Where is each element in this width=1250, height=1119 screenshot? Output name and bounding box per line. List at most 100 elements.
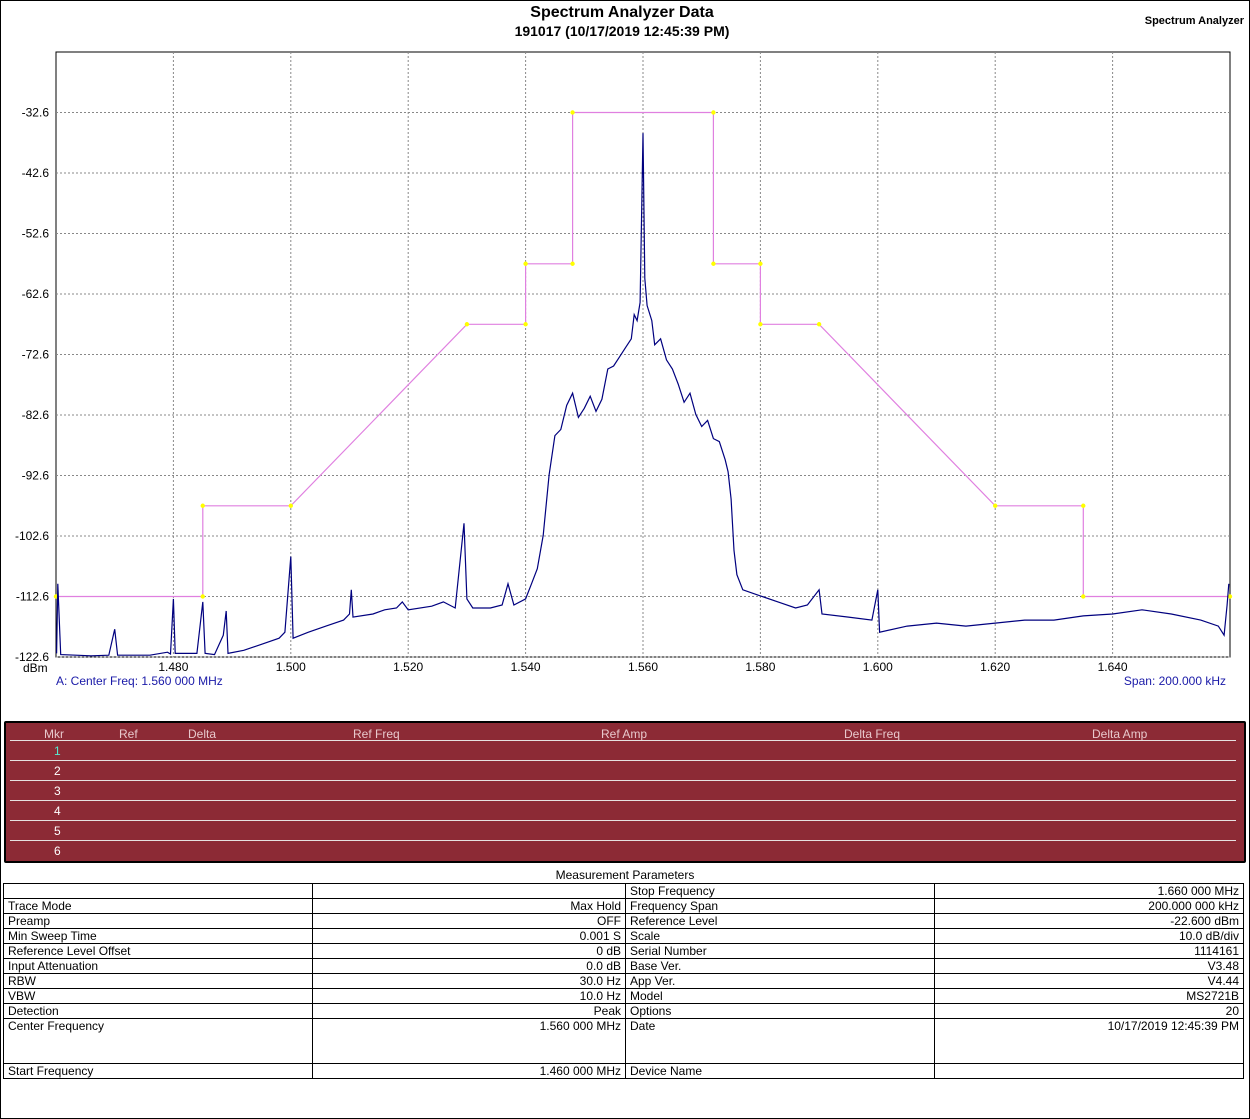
limit-point — [464, 322, 470, 327]
param-label: Reference Level Offset — [3, 943, 313, 959]
limit-point — [1081, 503, 1086, 508]
marker-col-ref-freq: Ref Freq — [353, 727, 400, 741]
marker-col-ref: Ref — [119, 727, 138, 741]
x-tick-label: 1.540 — [511, 660, 541, 674]
marker-row[interactable]: 3 — [10, 780, 1236, 800]
param-label: Model — [625, 988, 935, 1004]
param-row: VBW 10.0 Hz Model MS2721B — [3, 988, 1244, 1004]
param-row: Reference Level Offset 0 dB Serial Number 1… — [3, 943, 1244, 959]
limit-point — [570, 261, 575, 266]
marker-number: 2 — [54, 764, 61, 778]
param-row: Stop Frequency 1.660 000 MHz — [3, 883, 1244, 899]
param-label: Preamp — [3, 913, 313, 929]
param-value: -22.600 dBm — [934, 913, 1244, 929]
param-label: VBW — [3, 988, 313, 1004]
app-label: Spectrum Analyzer — [1145, 15, 1245, 27]
chart-title: Spectrum Analyzer Data — [530, 4, 714, 21]
param-value: V3.48 — [934, 958, 1244, 974]
limit-point — [1081, 594, 1086, 599]
param-value: Max Hold — [312, 898, 626, 914]
param-value: OFF — [312, 913, 626, 929]
param-row: Preamp OFF Reference Level -22.600 dBm — [3, 913, 1244, 929]
param-row: Input Attenuation 0.0 dB Base Ver. V3.48 — [3, 958, 1244, 974]
param-value: 200.000 000 kHz — [934, 898, 1244, 914]
marker-col-delta-freq: Delta Freq — [844, 727, 901, 741]
param-value: 0.001 S — [312, 928, 626, 944]
limit-point — [993, 503, 998, 508]
param-label: Frequency Span — [625, 898, 935, 914]
param-label: Center Frequency — [3, 1018, 313, 1064]
param-value: 10.0 Hz — [312, 988, 626, 1004]
param-value: 0 dB — [312, 943, 626, 959]
param-value: 1114161 — [934, 943, 1244, 959]
param-value — [934, 1063, 1244, 1079]
param-value: MS2721B — [934, 988, 1244, 1004]
param-value — [312, 883, 626, 899]
marker-row[interactable]: 5 — [10, 820, 1236, 840]
param-value: Peak — [312, 1003, 626, 1019]
marker-col-delta: Delta — [188, 727, 217, 741]
param-row: RBW 30.0 Hz App Ver. V4.44 — [3, 973, 1244, 989]
x-tick-label: 1.620 — [980, 660, 1010, 674]
param-label: Start Frequency — [3, 1063, 313, 1079]
y-tick-label: -42.6 — [22, 166, 50, 180]
measurement-params-table: Stop Frequency 1.660 000 MHz Trace Mode Max… — [3, 883, 1244, 1079]
param-label: App Ver. — [625, 973, 935, 989]
x-tick-label: 1.480 — [158, 660, 188, 674]
y-tick-label: -92.6 — [22, 469, 50, 483]
marker-number: 1 — [54, 744, 61, 758]
limit-point — [758, 322, 763, 327]
y-tick-label: -72.6 — [22, 348, 50, 362]
param-value: V4.44 — [934, 973, 1244, 989]
param-value: 1.660 000 MHz — [934, 883, 1244, 899]
param-value: 10.0 dB/div — [934, 928, 1244, 944]
param-label: Base Ver. — [625, 958, 935, 974]
y-tick-label: -52.6 — [22, 227, 50, 241]
x-tick-label: 1.600 — [863, 660, 893, 674]
marker-number: 5 — [54, 824, 61, 838]
marker-row[interactable]: 4 — [10, 800, 1236, 820]
limit-point — [523, 322, 528, 327]
param-label: Detection — [3, 1003, 313, 1019]
param-value: 0.0 dB — [312, 958, 626, 974]
limit-point — [288, 503, 293, 508]
param-row: Start Frequency 1.460 000 MHz Device Name — [3, 1063, 1244, 1079]
param-label: Date — [625, 1018, 935, 1064]
param-label: Reference Level — [625, 913, 935, 929]
param-value: 1.560 000 MHz — [312, 1018, 626, 1064]
param-value: 30.0 Hz — [312, 973, 626, 989]
limit-point — [570, 110, 575, 115]
x-tick-label: 1.580 — [745, 660, 775, 674]
marker-number: 6 — [54, 844, 61, 858]
limit-point — [200, 594, 205, 599]
x-tick-labels: 1.480 1.500 1.520 1.540 1.560 1.580 1.600 1.620… — [158, 660, 1128, 674]
param-label: RBW — [3, 973, 313, 989]
y-tick-label: -82.6 — [22, 408, 50, 422]
param-label: Device Name — [625, 1063, 935, 1079]
limit-point — [758, 261, 763, 266]
limit-point — [200, 503, 205, 508]
param-row: Min Sweep Time 0.001 S Scale 10.0 dB/div — [3, 928, 1244, 944]
params-title: Measurement Parameters — [555, 868, 695, 882]
param-value: 20 — [934, 1003, 1244, 1019]
param-label: Options — [625, 1003, 935, 1019]
y-tick-labels: -32.6 -42.6 -52.6 -62.6 -72.6 -82.6 -92.6 -102.… — [15, 106, 49, 665]
limit-point — [816, 322, 822, 327]
marker-col-mkr: Mkr — [44, 727, 64, 741]
marker-row[interactable]: 2 — [10, 760, 1236, 780]
spectrum-chart: Spectrum Analyzer Data 191017 (10/17/201… — [15, 4, 1245, 688]
marker-row[interactable]: 1 — [10, 740, 1236, 760]
marker-number: 4 — [54, 804, 61, 818]
param-label: Stop Frequency — [625, 883, 935, 899]
param-value: 10/17/2019 12:45:39 PM — [934, 1018, 1244, 1064]
limit-point — [711, 110, 716, 115]
param-label: Serial Number — [625, 943, 935, 959]
marker-table: Mkr Ref Delta Ref Freq Ref Amp Delta Fre… — [4, 721, 1246, 863]
param-label: Min Sweep Time — [3, 928, 313, 944]
x-tick-label: 1.560 — [628, 660, 658, 674]
param-label: Scale — [625, 928, 935, 944]
x-tick-label: 1.520 — [393, 660, 423, 674]
marker-header: Mkr Ref Delta Ref Freq Ref Amp Delta Fre… — [6, 727, 1244, 741]
param-row: Trace Mode Max Hold Frequency Span 200.000 … — [3, 898, 1244, 914]
marker-row[interactable]: 6 — [10, 840, 1236, 860]
